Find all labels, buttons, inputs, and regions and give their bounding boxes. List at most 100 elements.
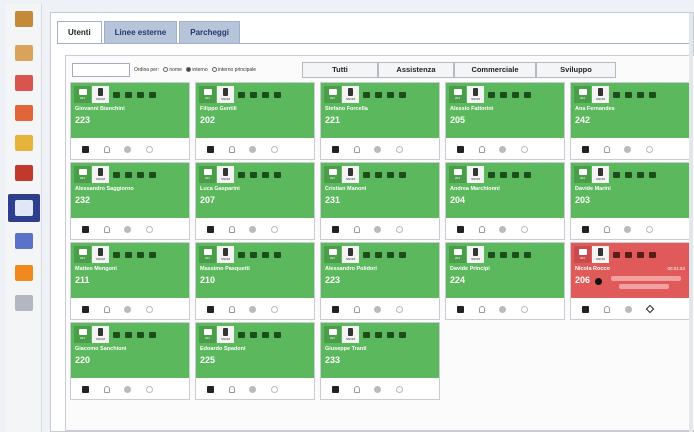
sidebar-button-9[interactable] — [12, 292, 36, 314]
phone-settings-icon[interactable] — [332, 305, 340, 313]
phone-settings-icon[interactable] — [82, 305, 90, 313]
record-icon[interactable] — [134, 166, 146, 183]
user-profile-icon[interactable] — [228, 225, 235, 233]
forward-icon[interactable] — [271, 385, 279, 393]
extension-badge-icon[interactable]: 201 — [199, 166, 216, 183]
message-icon[interactable] — [372, 86, 384, 103]
record-icon[interactable] — [134, 326, 146, 343]
record-icon[interactable] — [634, 246, 646, 263]
group-button-sviluppo[interactable]: Sviluppo — [536, 62, 616, 78]
cfu-icon[interactable] — [543, 227, 553, 232]
cfu-icon[interactable] — [293, 307, 303, 312]
record-icon[interactable] — [509, 246, 521, 263]
presence-icon[interactable] — [499, 305, 507, 313]
phone-settings-icon[interactable] — [582, 305, 590, 313]
chat-icon[interactable] — [610, 86, 622, 103]
message-icon[interactable] — [622, 166, 634, 183]
note-icon[interactable] — [396, 86, 408, 103]
extension-badge-icon[interactable]: 201 — [449, 246, 466, 263]
extension-badge-icon[interactable]: 201 — [324, 246, 341, 263]
group-button-tutti[interactable]: Tutti — [302, 62, 378, 78]
cfu-icon[interactable] — [418, 387, 428, 392]
cfu-icon[interactable] — [543, 307, 553, 312]
forward-icon[interactable] — [646, 225, 654, 233]
sidebar-button-5[interactable] — [12, 162, 36, 184]
record-icon[interactable] — [259, 86, 271, 103]
desk-phone-icon[interactable]: SNOM — [592, 86, 609, 103]
extension-badge-icon[interactable]: 201 — [199, 86, 216, 103]
message-icon[interactable] — [122, 246, 134, 263]
cfu-icon[interactable] — [168, 147, 178, 152]
message-icon[interactable] — [122, 86, 134, 103]
sidebar-button-4[interactable] — [12, 132, 36, 154]
desk-phone-icon[interactable]: SNOM — [217, 86, 234, 103]
phone-settings-icon[interactable] — [207, 385, 215, 393]
phone-settings-icon[interactable] — [82, 145, 90, 153]
user-profile-icon[interactable] — [353, 385, 360, 393]
forward-icon[interactable] — [146, 385, 154, 393]
user-profile-icon[interactable] — [228, 145, 235, 153]
presence-icon[interactable] — [624, 305, 632, 313]
phone-settings-icon[interactable] — [457, 305, 465, 313]
extension-badge-icon[interactable]: 201 — [324, 86, 341, 103]
user-card[interactable]: 201 SNOM Ana Fernandes 242 — [570, 82, 690, 160]
presence-icon[interactable] — [124, 145, 132, 153]
record-icon[interactable] — [384, 246, 396, 263]
note-icon[interactable] — [146, 166, 158, 183]
message-icon[interactable] — [122, 166, 134, 183]
desk-phone-icon[interactable]: SNOM — [217, 246, 234, 263]
phone-settings-icon[interactable] — [332, 145, 340, 153]
chat-icon[interactable] — [235, 166, 247, 183]
phone-settings-icon[interactable] — [207, 305, 215, 313]
extension-badge-icon[interactable]: 201 — [449, 86, 466, 103]
message-icon[interactable] — [497, 246, 509, 263]
presence-icon[interactable] — [249, 305, 257, 313]
chat-icon[interactable] — [485, 86, 497, 103]
chat-icon[interactable] — [110, 246, 122, 263]
presence-icon[interactable] — [124, 385, 132, 393]
desk-phone-icon[interactable]: SNOM — [92, 246, 109, 263]
chat-icon[interactable] — [610, 166, 622, 183]
extension-badge-icon[interactable]: 201 — [199, 326, 216, 343]
extension-badge-icon[interactable]: 201 — [574, 166, 591, 183]
user-profile-icon[interactable] — [103, 385, 110, 393]
record-icon[interactable] — [259, 246, 271, 263]
chat-icon[interactable] — [110, 166, 122, 183]
chat-icon[interactable] — [360, 86, 372, 103]
chat-icon[interactable] — [235, 86, 247, 103]
radio-nome[interactable] — [163, 67, 169, 73]
user-profile-icon[interactable] — [103, 305, 110, 313]
forward-icon[interactable] — [396, 385, 404, 393]
chat-icon[interactable] — [110, 326, 122, 343]
extension-badge-icon[interactable]: 201 — [74, 326, 91, 343]
record-icon[interactable] — [634, 166, 646, 183]
presence-icon[interactable] — [374, 145, 382, 153]
cfu-icon[interactable] — [418, 147, 428, 152]
note-icon[interactable] — [271, 166, 283, 183]
presence-icon[interactable] — [374, 225, 382, 233]
phone-settings-icon[interactable] — [457, 225, 465, 233]
desk-phone-icon[interactable]: SNOM — [217, 166, 234, 183]
user-card[interactable]: 201 SNOM Alessio Fattorini 205 — [445, 82, 565, 160]
user-profile-icon[interactable] — [353, 225, 360, 233]
user-profile-icon[interactable] — [603, 145, 610, 153]
cfu-icon[interactable] — [293, 147, 303, 152]
desk-phone-icon[interactable]: SNOM — [342, 326, 359, 343]
note-icon[interactable] — [271, 86, 283, 103]
desk-phone-icon[interactable]: SNOM — [217, 326, 234, 343]
phone-settings-icon[interactable] — [82, 385, 90, 393]
sidebar-button-8[interactable] — [12, 262, 36, 284]
forward-icon[interactable] — [146, 225, 154, 233]
forward-icon[interactable] — [396, 305, 404, 313]
extension-badge-icon[interactable]: 201 — [199, 246, 216, 263]
forward-icon[interactable] — [521, 145, 529, 153]
forward-icon[interactable] — [146, 145, 154, 153]
extension-badge-icon[interactable]: 201 — [74, 246, 91, 263]
user-card[interactable]: 201 SNOM Giovanni Bianchini 223 — [70, 82, 190, 160]
chat-icon[interactable] — [485, 166, 497, 183]
message-icon[interactable] — [247, 326, 259, 343]
chat-icon[interactable] — [610, 246, 622, 263]
user-profile-icon[interactable] — [604, 305, 611, 313]
record-icon[interactable] — [509, 86, 521, 103]
presence-icon[interactable] — [124, 225, 132, 233]
